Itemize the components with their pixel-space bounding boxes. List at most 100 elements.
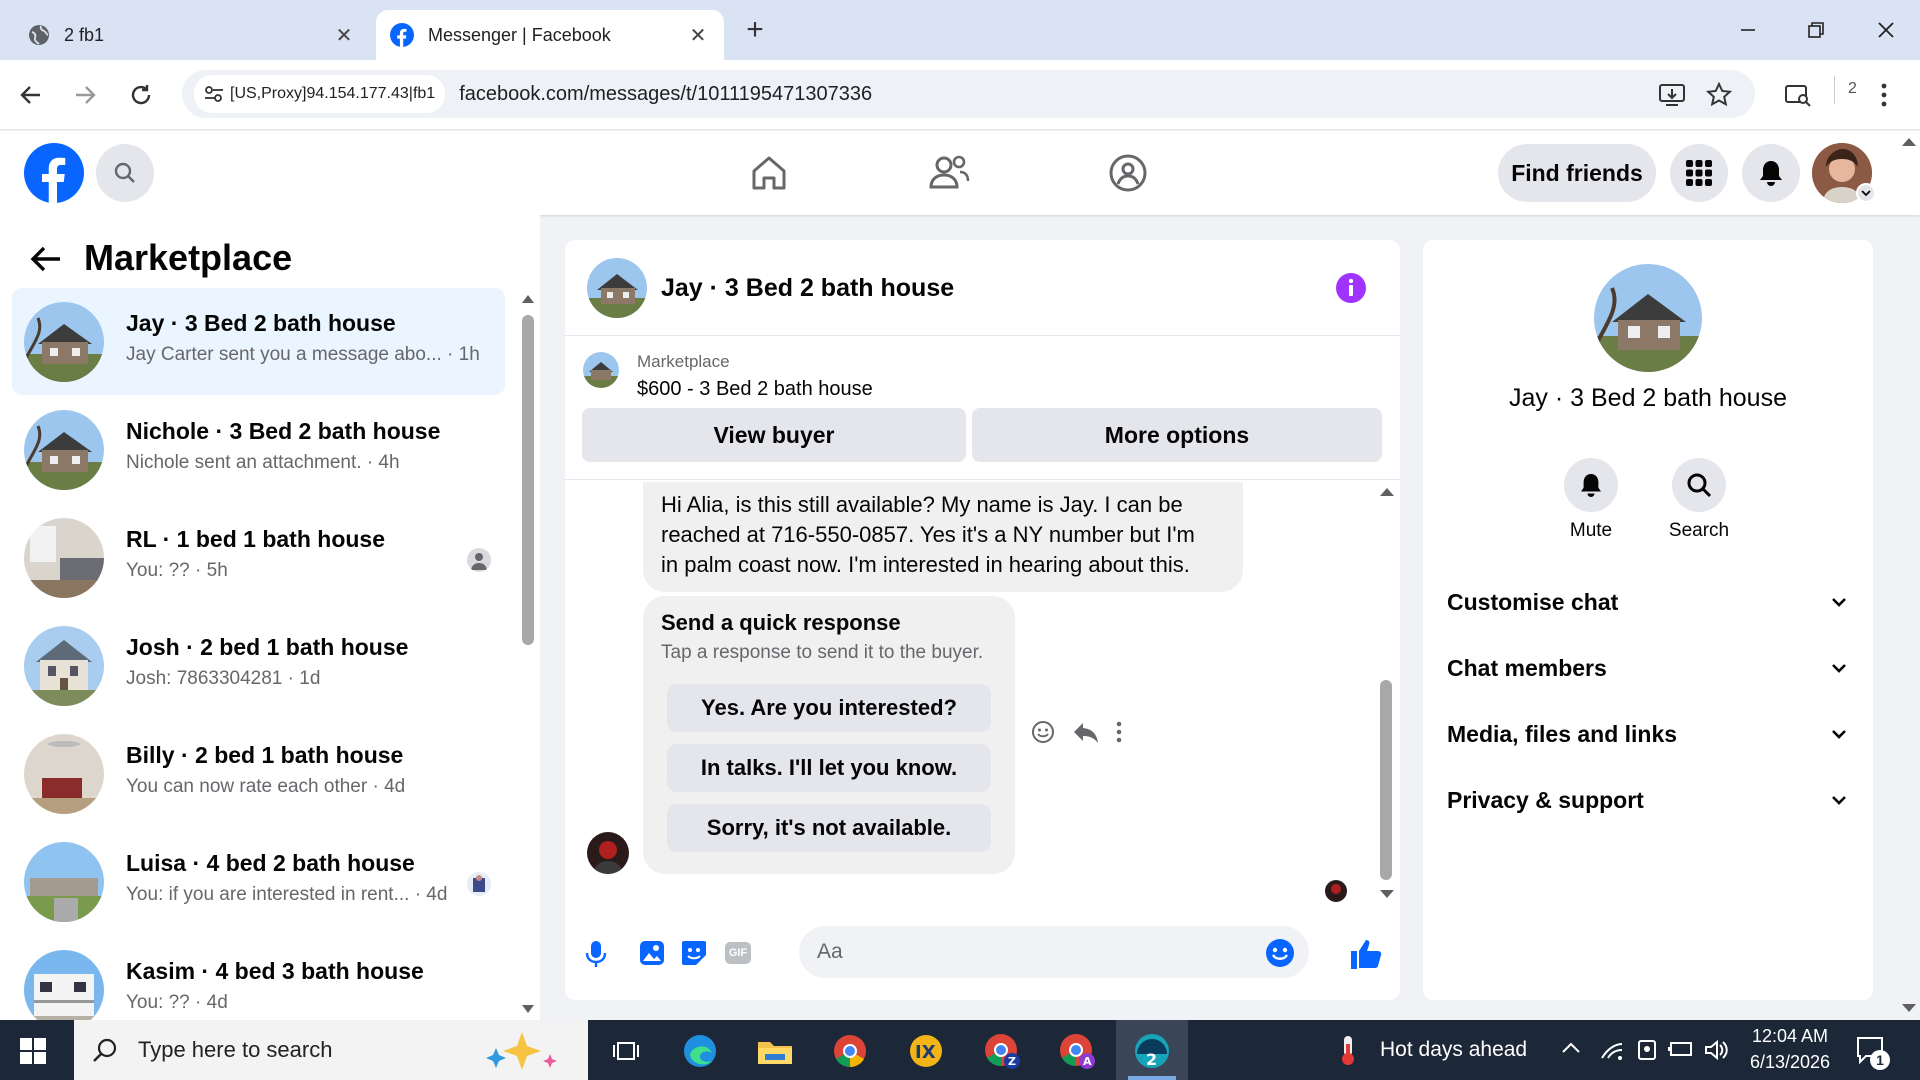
forward-arrow-icon[interactable]: [72, 82, 98, 108]
chat-members-section[interactable]: Chat members: [1447, 648, 1847, 688]
chat-title[interactable]: Jay · 3 Bed 2 bath house: [661, 274, 954, 303]
friends-icon[interactable]: [928, 153, 970, 193]
privacy-support-section[interactable]: Privacy & support: [1447, 780, 1847, 820]
chrome-profile-a-icon[interactable]: A: [1054, 1028, 1100, 1074]
site-settings-icon: [204, 85, 224, 103]
facebook-search-button[interactable]: [96, 144, 154, 202]
wifi-icon[interactable]: [1600, 1038, 1624, 1062]
customise-chat-section[interactable]: Customise chat: [1447, 582, 1847, 622]
chat-scroll-up-icon[interactable]: [1380, 488, 1394, 496]
chat-avatar[interactable]: [587, 258, 647, 318]
tab-title: Messenger | Facebook: [428, 24, 611, 45]
close-tab-icon[interactable]: ✕: [686, 23, 710, 48]
reply-icon[interactable]: [1073, 720, 1099, 744]
left-scrollbar-thumb[interactable]: [522, 315, 534, 645]
photo-attach-icon[interactable]: [639, 940, 665, 966]
incoming-message-bubble[interactable]: Hi Alia, is this still available? My nam…: [643, 482, 1243, 592]
windows-taskbar: Type here to search IX Z A 2 Hot days ah…: [0, 1020, 1920, 1080]
like-thumb-icon[interactable]: [1349, 938, 1383, 970]
listing-title[interactable]: $600 - 3 Bed 2 bath house: [637, 378, 873, 401]
groups-icon[interactable]: [1108, 153, 1148, 193]
proxy-chip[interactable]: [US,Proxy]94.154.177.43|fb1: [194, 75, 446, 113]
conversation-item-jay[interactable]: Jay · 3 Bed 2 bath house Jay Carter sent…: [12, 288, 505, 395]
gif-icon[interactable]: GIF: [725, 942, 751, 964]
profile-count[interactable]: 2: [1848, 80, 1857, 98]
section-label: Chat members: [1447, 654, 1607, 681]
account-chevron-icon[interactable]: [1856, 183, 1876, 203]
emoji-icon[interactable]: [1265, 938, 1295, 968]
marketplace-listing-card: Marketplace $600 - 3 Bed 2 bath house Vi…: [565, 336, 1400, 480]
message-more-icon[interactable]: [1115, 720, 1123, 744]
clock-time[interactable]: 12:04 AM: [1740, 1026, 1840, 1047]
sticker-icon[interactable]: [681, 940, 707, 966]
more-options-button[interactable]: More options: [972, 408, 1382, 462]
conversation-item-josh[interactable]: Josh · 2 bed 1 bath house Josh: 78633042…: [12, 612, 505, 719]
tab-messenger[interactable]: Messenger | Facebook ✕: [376, 10, 724, 60]
microphone-icon[interactable]: [585, 940, 607, 968]
chevron-down-icon: [1831, 597, 1847, 607]
tab-2-fb1[interactable]: 2 fb1 ✕: [14, 10, 370, 60]
reload-icon[interactable]: [128, 82, 154, 108]
clock-date[interactable]: 6/13/2026: [1740, 1052, 1840, 1073]
listing-thumbnail: [24, 410, 104, 490]
file-explorer-icon[interactable]: [752, 1028, 798, 1074]
volume-icon[interactable]: [1704, 1038, 1728, 1062]
mute-button[interactable]: [1564, 458, 1618, 512]
minimize-button[interactable]: [1728, 12, 1768, 48]
back-arrow-icon[interactable]: [18, 82, 44, 108]
scroll-up-arrow-icon[interactable]: [522, 295, 534, 303]
install-app-icon[interactable]: [1658, 82, 1686, 108]
snippet-text: You: if you are interested in rent...: [126, 884, 410, 905]
info-avatar[interactable]: [1594, 264, 1702, 372]
media-files-links-section[interactable]: Media, files and links: [1447, 714, 1847, 754]
quick-response-in-talks-button[interactable]: In talks. I'll let you know.: [667, 744, 991, 792]
menu-button[interactable]: [1670, 144, 1728, 202]
chrome-profile-2-icon[interactable]: 2: [1129, 1028, 1175, 1074]
battery-icon[interactable]: [1668, 1040, 1694, 1060]
sender-avatar[interactable]: [587, 832, 629, 874]
conversation-item-kasim[interactable]: Kasim · 4 bed 3 bath house You: ?? · 4d: [12, 936, 505, 1020]
new-tab-button[interactable]: +: [740, 14, 770, 46]
taskbar-search-box[interactable]: Type here to search: [74, 1020, 588, 1080]
show-hidden-icons-chevron[interactable]: [1562, 1042, 1580, 1054]
meet-now-icon[interactable]: [1636, 1038, 1658, 1062]
quick-response-yes-button[interactable]: Yes. Are you interested?: [667, 684, 991, 732]
notifications-button[interactable]: [1742, 144, 1800, 202]
message-input[interactable]: Aa: [799, 926, 1309, 978]
chrome-profile-z-icon[interactable]: Z: [979, 1028, 1025, 1074]
chat-scroll-down-icon[interactable]: [1380, 890, 1394, 898]
more-menu-icon[interactable]: [1880, 82, 1888, 108]
find-friends-button[interactable]: Find friends: [1498, 144, 1656, 202]
scroll-down-arrow-icon[interactable]: [522, 1005, 534, 1013]
snippet-time: · 4h: [361, 452, 400, 473]
chrome-icon[interactable]: [827, 1028, 873, 1074]
home-icon[interactable]: [749, 153, 789, 193]
restore-button[interactable]: [1796, 12, 1836, 48]
bookmark-star-icon[interactable]: [1706, 82, 1732, 108]
search-in-chat-button[interactable]: [1672, 458, 1726, 512]
snippet-time: · 4d: [189, 992, 228, 1013]
conversation-item-luisa[interactable]: Luisa · 4 bed 2 bath house You: if you a…: [12, 828, 505, 935]
edge-icon[interactable]: [677, 1028, 723, 1074]
address-bar[interactable]: [US,Proxy]94.154.177.43|fb1 facebook.com…: [182, 70, 1755, 118]
chat-scrollbar-thumb[interactable]: [1380, 680, 1392, 880]
close-tab-icon[interactable]: ✕: [332, 23, 356, 48]
weather-text[interactable]: Hot days ahead: [1380, 1038, 1527, 1062]
url-text[interactable]: facebook.com/messages/t/1011195471307336: [459, 83, 872, 106]
facebook-logo-icon[interactable]: [24, 143, 84, 203]
react-emoji-icon[interactable]: [1031, 720, 1055, 744]
info-icon[interactable]: [1335, 272, 1367, 304]
view-buyer-button[interactable]: View buyer: [582, 408, 966, 462]
conversation-item-billy[interactable]: Billy · 2 bed 1 bath house You can now r…: [12, 720, 505, 827]
conversation-item-rl[interactable]: RL · 1 bed 1 bath house You: ?? · 5h: [12, 504, 505, 611]
page-scroll-down-icon[interactable]: [1902, 1004, 1916, 1012]
back-arrow-icon[interactable]: [30, 245, 62, 273]
ixbrowser-icon[interactable]: IX: [903, 1028, 949, 1074]
close-window-button[interactable]: [1866, 12, 1906, 48]
task-view-icon[interactable]: [603, 1028, 649, 1074]
page-scroll-up-icon[interactable]: [1902, 138, 1916, 146]
quick-response-sorry-button[interactable]: Sorry, it's not available.: [667, 804, 991, 852]
tab-search-icon[interactable]: [1784, 82, 1812, 108]
windows-start-icon[interactable]: [20, 1038, 46, 1064]
conversation-item-nichole[interactable]: Nichole · 3 Bed 2 bath house Nichole sen…: [12, 396, 505, 503]
